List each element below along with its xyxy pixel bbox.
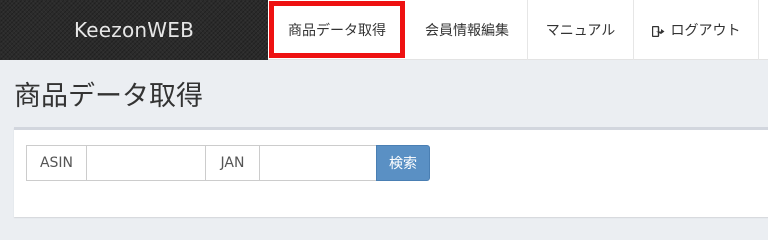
asin-label: ASIN	[26, 145, 87, 181]
nav-item-logout[interactable]: ログアウト	[634, 0, 758, 60]
nav-item-label: ログアウト	[670, 23, 741, 39]
nav-divider	[758, 0, 759, 60]
search-panel: ASIN JAN 検索	[14, 127, 768, 217]
nav-item-label: マニュアル	[545, 23, 616, 39]
nav-item-label: 商品データ取得	[288, 22, 386, 39]
jan-label: JAN	[205, 145, 260, 181]
jan-input-group: JAN	[205, 145, 377, 181]
nav-item-manual[interactable]: マニュアル	[528, 0, 633, 60]
page-title: 商品データ取得	[14, 81, 203, 112]
nav-item-member-edit[interactable]: 会員情報編集	[408, 0, 526, 60]
search-button[interactable]: 検索	[376, 145, 430, 181]
nav-item-label: 会員情報編集	[425, 23, 509, 39]
logout-icon	[651, 25, 665, 37]
asin-input[interactable]	[87, 145, 206, 181]
asin-input-group: ASIN	[26, 145, 206, 181]
nav-item-product-data[interactable]: 商品データ取得	[269, 1, 405, 58]
brand-logo[interactable]: KeezonWEB	[0, 0, 268, 60]
jan-input[interactable]	[260, 145, 377, 181]
top-navbar: KeezonWEB 商品データ取得 会員情報編集 マニュアル ログアウト	[0, 0, 768, 60]
